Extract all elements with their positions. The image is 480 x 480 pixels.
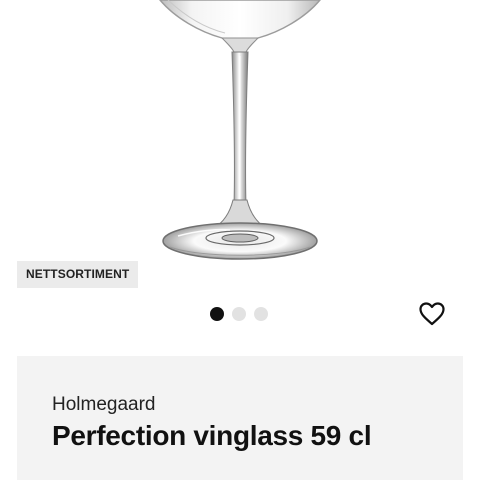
carousel-dot-2[interactable] <box>232 307 246 321</box>
heart-outline-icon <box>419 302 445 326</box>
product-brand[interactable]: Holmegaard <box>52 394 156 416</box>
carousel-pagination <box>210 307 268 321</box>
carousel-dot-1[interactable] <box>210 307 224 321</box>
product-image[interactable] <box>0 0 480 300</box>
wine-glass-image <box>159 0 321 260</box>
product-title: Perfection vinglass 59 cl <box>52 420 372 451</box>
availability-badge: NETTSORTIMENT <box>17 261 139 288</box>
product-info-card: Holmegaard Perfection vinglass 59 cl <box>17 356 463 480</box>
carousel-dot-3[interactable] <box>254 307 268 321</box>
favorite-button[interactable] <box>418 300 446 328</box>
